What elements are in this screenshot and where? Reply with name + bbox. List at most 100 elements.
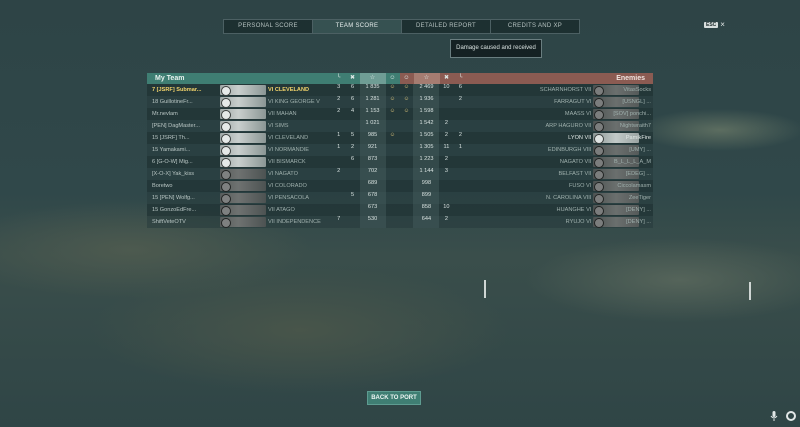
table-row[interactable]: Boretwo VI COLORADO 689 998 FUSO VI Ciccolama…: [147, 180, 653, 192]
ships-sunk-value: [332, 120, 346, 132]
player-name[interactable]: 7 [JSRF] Submar...: [152, 87, 220, 93]
ships-sunk-icon[interactable]: ╰: [331, 73, 346, 84]
player-name[interactable]: 6 [G-O-W] Mig...: [152, 159, 220, 165]
enemy-player-name[interactable]: [USNGL] ...: [622, 99, 651, 105]
enemy-base-xp-value: 1 223: [413, 156, 440, 168]
table-row[interactable]: [X-O-X] Yak_kiss VI NAGATO 2 702 1 144 3 BELFA…: [147, 168, 653, 180]
my-team-player[interactable]: 7 [JSRF] Submar... VI CLEVELAND: [147, 84, 332, 96]
table-row[interactable]: 15 [PEN] Wolfg... VI PENSACOLA 5 678 899 N. C…: [147, 192, 653, 204]
player-name[interactable]: Boretwo: [152, 183, 220, 189]
my-team-player[interactable]: Mr.nevlam VII MAHAN: [147, 108, 332, 120]
tier-icon: [221, 194, 231, 204]
player-name[interactable]: 15 Yamakami...: [152, 147, 220, 153]
enemy-player-name[interactable]: [EDEG] ...: [626, 171, 651, 177]
enemy-player-name[interactable]: [DENY] ...: [626, 207, 651, 213]
enemy-planes-destroyed-value: 3: [444, 168, 448, 174]
enemy-player[interactable]: FARRAGUT VI [USNGL] ...: [467, 96, 653, 108]
enemy-player[interactable]: LYON VII PamikFire: [467, 132, 653, 144]
achievement-icon[interactable]: ☺: [385, 73, 400, 84]
my-team-player[interactable]: [X-O-X] Yak_kiss VI NAGATO: [147, 168, 332, 180]
player-name[interactable]: 15 GonzoEdFre...: [152, 207, 220, 213]
player-name[interactable]: 15 [JSRF] Th...: [152, 135, 220, 141]
enemy-player[interactable]: MAASS VI [SOV] ponchi...: [467, 108, 653, 120]
player-name[interactable]: [PEN] DagMaster...: [152, 123, 220, 129]
table-row[interactable]: 15 GonzoEdFre... VII ATAGO 673 858 10 HUANGHE…: [147, 204, 653, 216]
my-team-player[interactable]: [PEN] DagMaster... VI SIMS: [147, 120, 332, 132]
tab-personal-score[interactable]: PERSONAL SCORE: [224, 20, 313, 33]
enemy-player[interactable]: RYUJO VI [DENY] ...: [467, 216, 653, 228]
table-row[interactable]: 15 Yamakami... VI NORMANDIE 1 2 921 1 305 11 1 E…: [147, 144, 653, 156]
ship-name: VII INDEPENDENCE: [268, 219, 321, 225]
enemy-player-name[interactable]: Nightwraith7: [620, 123, 651, 129]
enemy-player-name[interactable]: B_L_L_L_A_M: [614, 159, 651, 165]
my-team-player[interactable]: 15 GonzoEdFre... VII ATAGO: [147, 204, 332, 216]
my-team-player[interactable]: 15 [JSRF] Th... VI CLEVELAND: [147, 132, 332, 144]
enemy-player[interactable]: EDINBURGH VIII [UMY] ...: [467, 144, 653, 156]
enemy-ships-sunk-value: 1: [458, 144, 462, 150]
player-name[interactable]: Mr.nevlam: [152, 111, 220, 117]
enemy-planes-destroyed-icon[interactable]: ✖: [439, 73, 454, 84]
my-team-player[interactable]: Boretwo VI COLORADO: [147, 180, 332, 192]
enemy-ships-sunk-value: 2: [458, 132, 462, 138]
enemy-ship-name: LYON VII: [568, 135, 592, 141]
my-team-player[interactable]: 18 GuillotineFr... VI KING GEORGE V: [147, 96, 332, 108]
table-row[interactable]: 7 [JSRF] Submar... VI CLEVELAND 3 6 1 835 ☺ ☺ 2…: [147, 84, 653, 96]
esc-close[interactable]: ESC ×: [704, 21, 725, 29]
enemy-player[interactable]: N. CAROLINA VIII ZeeTiger: [467, 192, 653, 204]
enemy-player-name[interactable]: [UMY] ...: [629, 147, 651, 153]
planes-destroyed-icon[interactable]: ✖: [345, 73, 360, 84]
enemy-ships-sunk-icon[interactable]: ╰: [453, 73, 468, 84]
achievement-mark: [386, 156, 400, 168]
ship-name: VI CLEVELAND: [268, 87, 310, 93]
base-xp-value: 1 021: [359, 120, 386, 132]
microphone-icon[interactable]: [770, 411, 778, 421]
my-team-player[interactable]: ShiftVeteOTV VII INDEPENDENCE: [147, 216, 332, 228]
table-row[interactable]: ShiftVeteOTV VII INDEPENDENCE 7 530 644 2 RYUJ…: [147, 216, 653, 228]
tier-icon: [221, 86, 231, 96]
tab-credits-and-xp[interactable]: CREDITS AND XP: [491, 20, 579, 33]
table-row[interactable]: Mr.nevlam VII MAHAN 2 4 1 153 ☺ ☺ 1 598 MAASS VI…: [147, 108, 653, 120]
settings-gear-icon[interactable]: [786, 411, 796, 421]
enemy-player[interactable]: HUANGHE VI [DENY] ...: [467, 204, 653, 216]
tab-detailed-report[interactable]: DETAILED REPORT: [402, 20, 491, 33]
achievement-mark: [386, 144, 400, 156]
base-xp-value: 1 153: [359, 108, 386, 120]
my-team-player[interactable]: 15 [PEN] Wolfg... VI PENSACOLA: [147, 192, 332, 204]
table-row[interactable]: 18 GuillotineFr... VI KING GEORGE V 2 6 1 28…: [147, 96, 653, 108]
board-header: My Team ╰ ✖ ☆ ☺ ☺ ☆ ✖ ╰ Enemies: [147, 73, 653, 84]
enemy-player[interactable]: FUSO VI Ciccolamasm: [467, 180, 653, 192]
table-row[interactable]: 15 [JSRF] Th... VI CLEVELAND 1 5 985 ☺ 1 505 2 2…: [147, 132, 653, 144]
close-icon[interactable]: ×: [720, 21, 725, 29]
enemy-player[interactable]: BELFAST VII [EDEG] ...: [467, 168, 653, 180]
back-to-port-button[interactable]: BACK TO PORT: [367, 391, 421, 405]
enemy-base-xp-icon[interactable]: ☆: [413, 73, 440, 84]
enemy-planes-destroyed-value: 11: [443, 144, 450, 150]
planes-destroyed-value: 6: [351, 84, 355, 90]
enemy-ship-name: FARRAGUT VI: [554, 99, 592, 105]
player-name[interactable]: [X-O-X] Yak_kiss: [152, 171, 220, 177]
enemy-player[interactable]: ARP HAGURO VII Nightwraith7: [467, 120, 653, 132]
enemy-player-name[interactable]: Ciccolamasm: [617, 183, 651, 189]
my-team-player[interactable]: 6 [G-O-W] Mig... VII BISMARCK: [147, 156, 332, 168]
player-name[interactable]: 15 [PEN] Wolfg...: [152, 195, 220, 201]
enemy-ships-sunk-value: [453, 156, 467, 168]
enemy-player[interactable]: NAGATO VII B_L_L_L_A_M: [467, 156, 653, 168]
player-name[interactable]: ShiftVeteOTV: [152, 219, 220, 225]
enemy-player-name[interactable]: ZeeTiger: [629, 195, 651, 201]
enemy-player-name[interactable]: [DENY] ...: [626, 219, 651, 225]
enemy-achievement-mark: [400, 144, 414, 156]
enemy-player-name[interactable]: [SOV] ponchi...: [613, 111, 651, 117]
table-row[interactable]: [PEN] DagMaster... VI SIMS 1 021 1 542 2 ARP …: [147, 120, 653, 132]
enemy-base-xp-value: 858: [413, 204, 440, 216]
enemy-player-name[interactable]: VitasSocks: [623, 87, 651, 93]
enemy-player[interactable]: SCHARNHORST VII VitasSocks: [467, 84, 653, 96]
table-row[interactable]: 6 [G-O-W] Mig... VII BISMARCK 6 873 1 223 2 NA…: [147, 156, 653, 168]
player-name[interactable]: 18 GuillotineFr...: [152, 99, 220, 105]
enemy-player-name[interactable]: PamikFire: [626, 135, 651, 141]
enemy-achievement-icon[interactable]: ☺: [399, 73, 414, 84]
my-team-player[interactable]: 15 Yamakami... VI NORMANDIE: [147, 144, 332, 156]
base-xp-icon[interactable]: ☆: [359, 73, 386, 84]
enemy-ship-name: N. CAROLINA VIII: [545, 195, 592, 201]
header-cells: ╰ ✖ ☆ ☺ ☺ ☆ ✖ ╰: [331, 73, 468, 84]
tab-team-score[interactable]: TEAM SCORE: [313, 20, 402, 33]
